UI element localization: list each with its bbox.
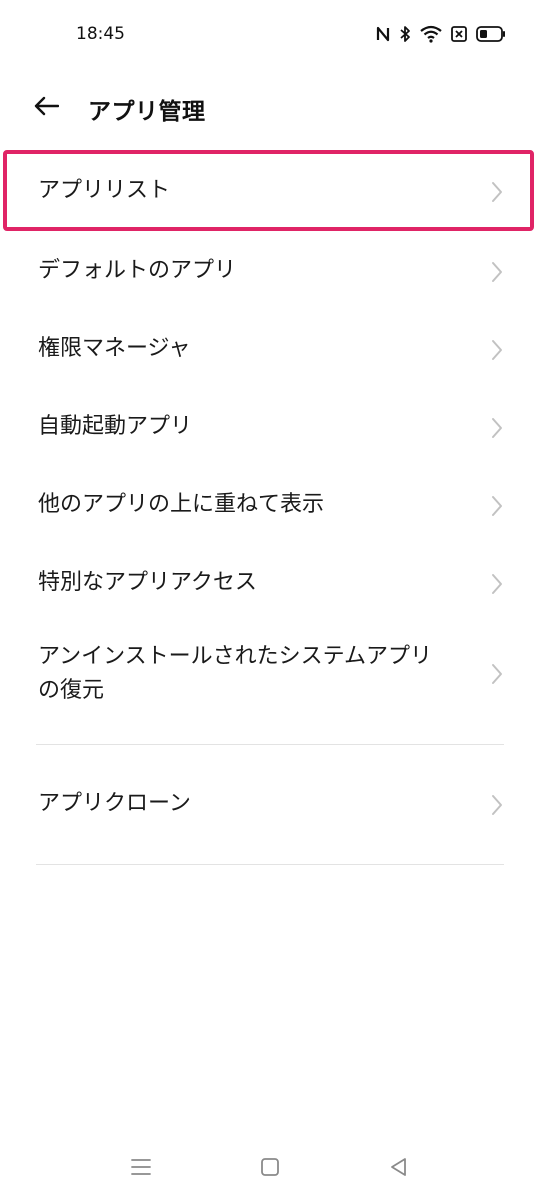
- page-title: アプリ管理: [88, 99, 206, 125]
- menu-icon: [130, 1157, 152, 1181]
- menu-item-label: 自動起動アプリ: [38, 414, 193, 439]
- home-button[interactable]: [255, 1154, 285, 1184]
- nfc-icon: [376, 25, 390, 43]
- menu-item-label-line1: アンインストールされたシステムアプリ: [38, 644, 433, 669]
- menu-item-label-line2: の復元: [38, 678, 105, 703]
- menu-item-default-apps[interactable]: デフォルトのアプリ: [0, 232, 540, 310]
- status-bar: 18:45: [0, 0, 540, 70]
- divider: [36, 744, 504, 745]
- nav-back-button[interactable]: [384, 1154, 414, 1184]
- divider: [36, 864, 504, 865]
- chevron-right-icon: [492, 262, 502, 282]
- recents-button[interactable]: [126, 1154, 156, 1184]
- menu-item-restore-system-apps[interactable]: アンインストールされたシステムアプリ の復元: [0, 624, 540, 724]
- home-square-icon: [260, 1157, 280, 1181]
- menu-item-auto-launch[interactable]: 自動起動アプリ: [0, 388, 540, 466]
- menu-item-label: アプリリスト: [38, 178, 171, 203]
- chevron-right-icon: [492, 795, 502, 815]
- menu-item-label: 権限マネージャ: [38, 336, 191, 361]
- chevron-right-icon: [492, 418, 502, 438]
- menu-item-label: デフォルトのアプリ: [38, 258, 237, 283]
- menu-item-special-app-access[interactable]: 特別なアプリアクセス: [0, 544, 540, 622]
- menu-item-display-over-apps[interactable]: 他のアプリの上に重ねて表示: [0, 466, 540, 544]
- chevron-right-icon: [492, 574, 502, 594]
- arrow-left-icon: [33, 96, 60, 120]
- chevron-right-icon: [492, 496, 502, 516]
- menu-item-label: アプリクローン: [38, 791, 191, 816]
- menu-item-permission-manager[interactable]: 権限マネージャ: [0, 310, 540, 388]
- status-time: 18:45: [76, 24, 125, 44]
- menu-item-app-clone[interactable]: アプリクローン: [0, 766, 540, 844]
- bluetooth-icon: [399, 25, 411, 43]
- chevron-right-icon: [492, 664, 502, 684]
- menu-item-app-list[interactable]: アプリリスト: [0, 152, 540, 230]
- back-button[interactable]: [26, 88, 66, 128]
- menu-item-label: 他のアプリの上に重ねて表示: [38, 492, 325, 517]
- sim-x-icon: [451, 26, 467, 42]
- navigation-bar: [0, 1140, 540, 1200]
- back-triangle-icon: [389, 1157, 409, 1181]
- battery-icon: [476, 26, 506, 42]
- status-icons: [376, 23, 506, 45]
- wifi-icon: [420, 25, 442, 43]
- chevron-right-icon: [492, 182, 502, 202]
- header: アプリ管理: [0, 76, 540, 140]
- chevron-right-icon: [492, 340, 502, 360]
- menu-item-label: 特別なアプリアクセス: [38, 570, 257, 595]
